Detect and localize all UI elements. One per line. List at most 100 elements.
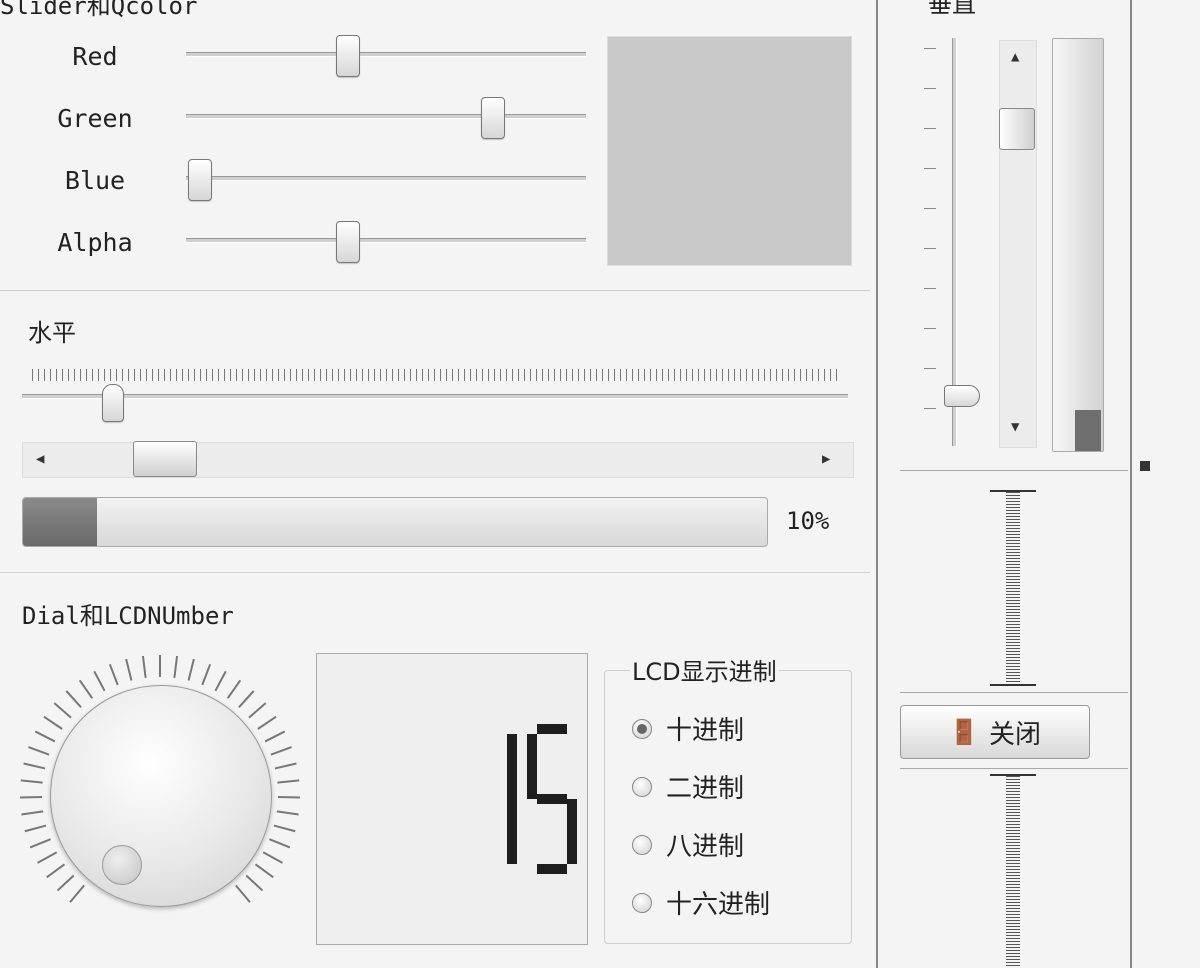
scroll-right-arrow-icon[interactable]: ▶	[822, 452, 830, 466]
dial-tick	[273, 824, 296, 833]
dial-tick	[159, 655, 161, 677]
radio-binary[interactable]: 二进制	[632, 768, 744, 805]
dial-tick	[254, 863, 274, 879]
dial-group-title: Dial和LCDNUmber	[22, 602, 234, 630]
lcd-segment	[507, 799, 517, 864]
alpha-slider-track[interactable]	[186, 238, 586, 243]
vertical-progress-bar	[1052, 38, 1104, 452]
vertical-scrollbar-handle[interactable]	[999, 108, 1035, 150]
dial-tick	[53, 702, 72, 719]
dial-tick	[20, 796, 43, 799]
green-slider-handle[interactable]	[481, 97, 505, 139]
radio-label: 十进制	[666, 716, 745, 746]
divider	[900, 470, 1128, 471]
rgb-group-title: Slider和Qcolor	[0, 0, 198, 20]
dial-tick	[257, 715, 277, 730]
dial-tick	[46, 863, 66, 879]
dial-tick	[277, 779, 300, 784]
green-slider-track[interactable]	[186, 114, 586, 119]
spacer-spring	[1006, 776, 1020, 968]
horizontal-group-title: 水平	[28, 319, 76, 347]
dial-tick	[274, 762, 297, 770]
dial-tick	[238, 690, 255, 708]
divider	[900, 692, 1128, 693]
dial-tick	[141, 655, 147, 679]
dial-tick	[29, 838, 51, 849]
vertical-slider-handle[interactable]	[944, 385, 980, 407]
dial-tick	[214, 670, 227, 692]
lcd-digits	[467, 724, 577, 874]
dial[interactable]	[20, 655, 300, 935]
blue-slider-track[interactable]	[186, 176, 586, 181]
divider	[0, 572, 870, 573]
radio-button[interactable]	[632, 718, 652, 739]
dial-tick	[24, 824, 47, 833]
radio-button[interactable]	[632, 834, 652, 855]
dial-tick	[56, 874, 75, 892]
dial-tick	[78, 679, 94, 699]
scroll-left-arrow-icon[interactable]: ◀	[36, 452, 44, 466]
dial-tick	[21, 810, 44, 816]
dial-tick	[28, 746, 50, 756]
radio-label: 二进制	[666, 774, 745, 804]
dial-tick	[226, 679, 242, 699]
radio-hex[interactable]: 十六进制	[632, 884, 770, 921]
horizontal-slider-ticks	[32, 369, 840, 381]
dial-tick	[23, 762, 46, 770]
radix-group-title: LCD显示进制	[630, 652, 779, 687]
red-slider-handle[interactable]	[336, 35, 360, 77]
horizontal-slider-handle[interactable]	[102, 384, 124, 422]
radio-decimal[interactable]: 十进制	[632, 710, 744, 747]
radio-octal[interactable]: 八进制	[632, 826, 744, 863]
blue-slider-handle[interactable]	[188, 159, 212, 201]
lcd-segment	[537, 794, 567, 804]
dial-tick	[235, 884, 251, 903]
alpha-slider-handle[interactable]	[336, 221, 360, 263]
lcd-number	[316, 653, 588, 945]
horizontal-slider-track[interactable]	[22, 394, 848, 399]
dial-tick	[264, 730, 286, 743]
spacer-spring	[1006, 492, 1020, 684]
dial-tick	[65, 690, 82, 708]
vertical-group-title: 垂直	[928, 0, 976, 18]
dial-tick	[262, 851, 283, 864]
dial-notch	[102, 845, 142, 885]
dial-tick	[125, 658, 133, 681]
dial-tick	[34, 730, 56, 743]
radio-button[interactable]	[632, 776, 652, 797]
horizontal-scrollbar-handle[interactable]	[133, 441, 197, 477]
vertical-progress-fill	[1075, 409, 1101, 451]
dial-tick	[37, 851, 58, 864]
lcd-segment	[527, 734, 537, 799]
dial-tick	[245, 874, 264, 892]
radio-label: 八进制	[666, 832, 745, 862]
red-slider-track[interactable]	[186, 52, 586, 57]
dial-knob[interactable]	[50, 685, 272, 907]
exit-door-icon: 🚪	[949, 718, 979, 746]
horizontal-progress-bar	[22, 497, 768, 547]
blue-label: Blue	[64, 166, 126, 195]
color-preview	[607, 36, 852, 266]
close-button[interactable]: 🚪 关闭	[900, 705, 1090, 759]
radio-label: 十六进制	[666, 890, 771, 920]
dial-tick	[201, 663, 212, 686]
red-label: Red	[72, 42, 118, 71]
vertical-slider-ticks	[924, 48, 936, 448]
resize-grip[interactable]	[1140, 461, 1150, 471]
dial-tick	[187, 658, 195, 681]
dial-tick	[277, 796, 300, 799]
dial-tick	[248, 702, 267, 719]
scroll-down-arrow-icon[interactable]: ▼	[1011, 420, 1019, 434]
dial-tick	[276, 810, 299, 816]
scroll-up-arrow-icon[interactable]: ▲	[1011, 50, 1019, 64]
dial-tick	[270, 746, 292, 756]
dial-tick	[173, 655, 179, 679]
divider	[900, 768, 1128, 769]
lcd-segment	[567, 799, 577, 864]
vertical-scrollbar[interactable]	[999, 40, 1037, 448]
dial-tick	[108, 663, 119, 686]
radio-button[interactable]	[632, 892, 652, 913]
lcd-segment	[537, 724, 567, 734]
dial-tick	[69, 884, 85, 903]
dial-tick	[269, 838, 291, 849]
